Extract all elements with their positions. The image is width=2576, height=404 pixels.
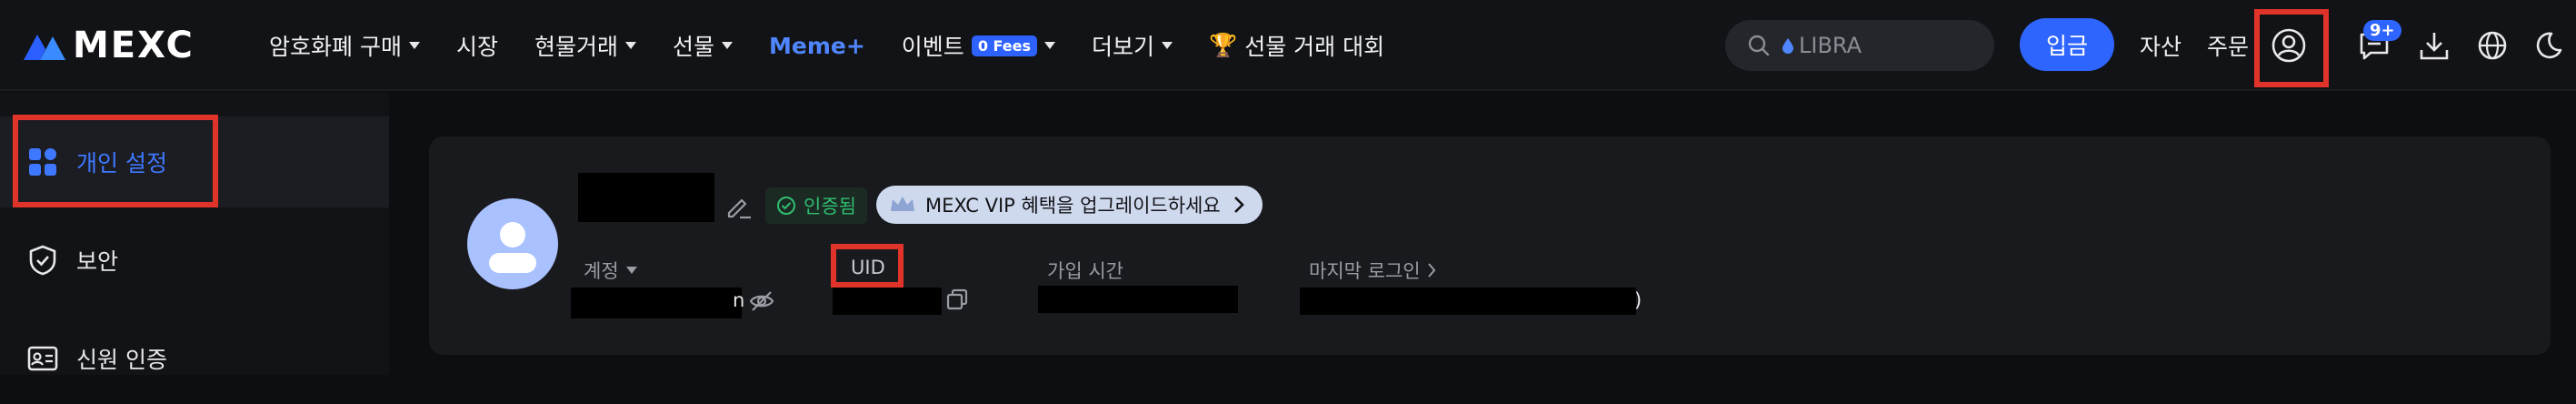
sidebar-item-label: 보안 xyxy=(76,248,119,275)
edit-nickname-button[interactable] xyxy=(725,193,751,219)
nav-spot-trading[interactable]: 현물거래 xyxy=(534,29,636,62)
chevron-right-icon xyxy=(1427,263,1435,278)
theme-toggle-button[interactable] xyxy=(2531,27,2567,64)
token-drop-icon xyxy=(1782,38,1793,54)
chevron-down-icon xyxy=(1044,42,1056,49)
nav-label: 선물 거래 대회 xyxy=(1244,34,1385,60)
mexc-logo[interactable]: MEXC xyxy=(22,25,195,66)
assets-link[interactable]: 자산 xyxy=(2140,29,2182,62)
vip-banner-text: MEXC VIP 혜택을 업그레이드하세요 xyxy=(925,195,1221,217)
sidebar-item-security[interactable]: 보안 xyxy=(0,215,389,306)
account-field-label[interactable]: 계정 xyxy=(584,257,637,284)
top-navigation-bar: MEXC 암호화폐 구매 시장 현물거래 선물 Meme+ 이벤트 0 Fees… xyxy=(0,0,2576,91)
search-placeholder: LIBRA xyxy=(1799,33,1862,58)
globe-icon xyxy=(2478,31,2507,60)
brand-name: MEXC xyxy=(73,25,195,66)
chevron-down-icon xyxy=(408,42,420,49)
id-card-icon xyxy=(27,343,58,374)
search-icon xyxy=(1748,35,1770,56)
account-label: 계정 xyxy=(584,260,619,282)
pencil-icon xyxy=(727,198,751,219)
profile-card xyxy=(429,136,2551,355)
download-icon xyxy=(2420,33,2449,60)
verified-badge: 인증됨 xyxy=(765,187,867,224)
nav-events[interactable]: 이벤트 0 Fees xyxy=(901,29,1056,62)
nav-label: Meme+ xyxy=(769,32,865,59)
nav-label: 더보기 xyxy=(1092,34,1155,60)
last-login-field-label[interactable]: 마지막 로그인 xyxy=(1309,257,1437,284)
nav-meme-plus[interactable]: Meme+ xyxy=(769,33,865,59)
chevron-down-icon xyxy=(722,42,733,49)
copy-icon xyxy=(946,288,968,310)
chevron-right-icon xyxy=(1233,197,1244,213)
sidebar-item-label: 신원 인증 xyxy=(76,347,167,373)
nav-label: 암호화폐 구매 xyxy=(269,34,402,60)
moon-icon xyxy=(2536,32,2562,59)
check-circle-icon xyxy=(777,197,795,215)
language-button[interactable] xyxy=(2474,27,2511,64)
chevron-down-icon xyxy=(1162,42,1173,49)
redacted-join-time xyxy=(1038,286,1238,313)
personal-settings-highlight xyxy=(13,115,218,207)
nav-more[interactable]: 더보기 xyxy=(1092,29,1173,62)
main-nav: 암호화폐 구매 시장 현물거래 선물 Meme+ 이벤트 0 Fees 더보기 … xyxy=(269,25,1421,66)
nav-label: 시장 xyxy=(455,34,498,60)
sidebar-item-identity-verification[interactable]: 신원 인증 xyxy=(0,313,389,404)
zero-fees-badge: 0 Fees xyxy=(971,35,1038,56)
user-profile-highlight xyxy=(2254,9,2329,87)
notification-count-badge: 9+ xyxy=(2363,20,2401,41)
redacted-last-login xyxy=(1300,288,1636,315)
vip-upgrade-banner[interactable]: MEXC VIP 혜택을 업그레이드하세요 xyxy=(876,186,1263,224)
copy-uid-button[interactable] xyxy=(945,288,969,311)
nav-markets[interactable]: 시장 xyxy=(456,29,498,62)
caret-down-icon xyxy=(625,267,637,274)
shield-check-icon xyxy=(27,245,58,276)
user-avatar-icon xyxy=(489,222,536,273)
download-button[interactable] xyxy=(2416,27,2452,64)
nav-label: 현물거래 xyxy=(534,34,618,60)
search-input[interactable]: LIBRA xyxy=(1725,20,1994,71)
avatar xyxy=(467,198,558,289)
toggle-account-visibility[interactable] xyxy=(749,289,774,313)
crown-icon xyxy=(891,197,914,211)
join-time-label: 가입 시간 xyxy=(1047,260,1123,282)
redacted-account xyxy=(571,288,742,318)
redacted-nickname xyxy=(578,173,714,222)
eye-off-icon xyxy=(749,291,774,311)
nav-label: 선물 xyxy=(672,34,714,60)
trophy-icon: 🏆 xyxy=(1209,32,1238,58)
uid-highlight xyxy=(831,244,904,288)
chevron-down-icon xyxy=(624,42,636,49)
redacted-uid xyxy=(833,288,942,315)
mexc-logo-mark-icon xyxy=(24,35,65,60)
last-login-label: 마지막 로그인 xyxy=(1309,260,1421,282)
nav-futures[interactable]: 선물 xyxy=(673,29,733,62)
verified-label: 인증됨 xyxy=(804,196,856,217)
nav-buy-crypto[interactable]: 암호화폐 구매 xyxy=(269,29,420,62)
orders-link[interactable]: 주문 xyxy=(2207,29,2249,62)
nav-futures-competition[interactable]: 🏆 선물 거래 대회 xyxy=(1209,29,1384,62)
last-login-value-suffix: ) xyxy=(1634,289,1642,311)
nav-label: 이벤트 xyxy=(901,34,964,60)
account-value-suffix: n xyxy=(733,289,745,311)
deposit-button[interactable]: 입금 xyxy=(2020,18,2114,71)
